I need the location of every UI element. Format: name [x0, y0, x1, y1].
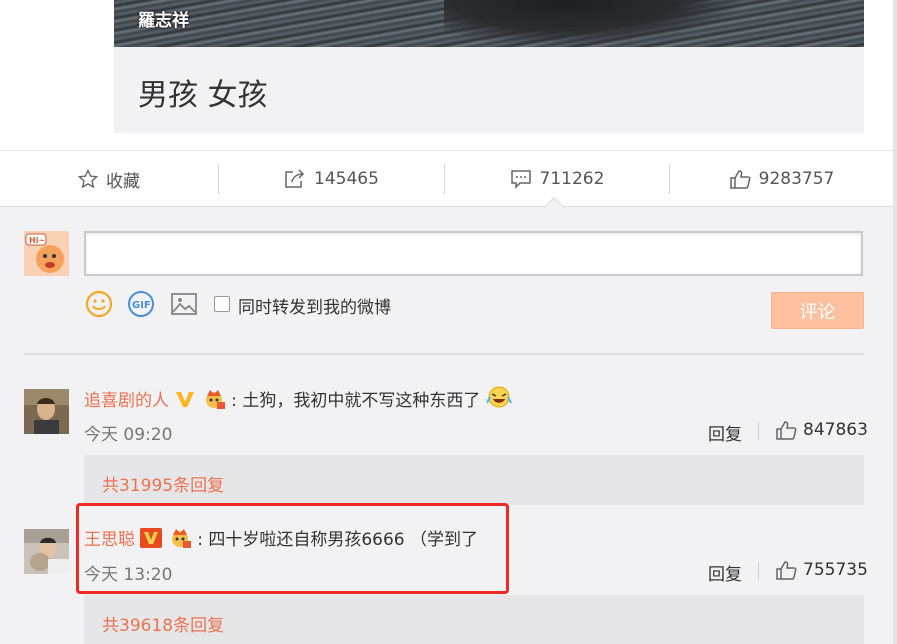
repost-count: 145465 — [314, 169, 379, 189]
comment-content: 追喜剧的人 : 土狗，我初中就不写这种东西了 — [84, 385, 512, 411]
reply-button[interactable]: 回复 — [708, 560, 742, 585]
more-replies-link[interactable]: 共39618条回复 — [84, 595, 864, 644]
emoji-icon[interactable] — [84, 289, 114, 319]
comment-button[interactable]: 711262 — [445, 151, 669, 207]
favorite-button[interactable]: 收藏 — [0, 151, 218, 207]
member-crown-icon[interactable] — [202, 387, 226, 409]
highlight-box — [76, 503, 509, 594]
my-avatar[interactable]: Hi~ — [24, 231, 69, 276]
comment-like-count: 755735 — [803, 560, 868, 580]
action-bar: 收藏 145465 711262 9283757 — [0, 150, 893, 207]
cover-figure — [444, 0, 744, 47]
reply-like-separator — [758, 562, 759, 580]
repost-checkbox[interactable] — [214, 296, 230, 312]
laugh-cry-emoji-icon — [485, 386, 512, 408]
thumbs-up-icon — [776, 561, 797, 580]
reply-like-separator — [758, 422, 759, 440]
person-photo-icon — [24, 529, 69, 574]
comment-count: 711262 — [539, 169, 605, 189]
comment-input[interactable] — [84, 231, 863, 276]
commenter-avatar[interactable] — [24, 389, 69, 434]
person-photo-icon — [24, 389, 69, 434]
repost-button[interactable]: 145465 — [219, 151, 444, 207]
verified-yellow-v-icon[interactable] — [174, 389, 196, 409]
repost-label: 同时转发到我的微博 — [238, 298, 391, 318]
comment-text: 土狗，我初中就不写这种东西了 — [242, 391, 481, 411]
like-count: 9283757 — [758, 169, 835, 189]
comment-like-button[interactable]: 755735 — [775, 560, 868, 580]
comment-like-count: 847863 — [803, 420, 868, 440]
comment-icon — [510, 170, 531, 189]
card-title[interactable]: 男孩 女孩 — [138, 70, 268, 114]
reply-button[interactable]: 回复 — [708, 420, 742, 445]
thumbs-up-icon — [729, 170, 751, 189]
commenter-avatar[interactable] — [24, 529, 69, 574]
post-card: 羅志祥 男孩 女孩 — [114, 0, 864, 133]
like-button[interactable]: 9283757 — [670, 151, 893, 207]
star-icon — [78, 169, 98, 189]
comment-like-button[interactable]: 847863 — [775, 420, 868, 440]
comment-separator: : — [231, 391, 237, 411]
cover-caption: 羅志祥 — [138, 11, 189, 31]
divider — [24, 353, 864, 355]
image-icon[interactable] — [169, 289, 199, 319]
svg-text:GIF: GIF — [132, 300, 151, 311]
favorite-label: 收藏 — [106, 171, 140, 192]
comment-time: 今天 09:20 — [84, 425, 173, 445]
card-cover-image[interactable]: 羅志祥 — [114, 0, 864, 47]
svg-text:Hi~: Hi~ — [29, 236, 45, 245]
thumbs-up-icon — [776, 421, 797, 440]
submit-comment-button[interactable]: 评论 — [771, 292, 864, 329]
share-icon — [285, 169, 305, 188]
more-replies-link[interactable]: 共31995条回复 — [84, 455, 864, 505]
commenter-name[interactable]: 追喜剧的人 — [84, 391, 169, 411]
gif-icon[interactable]: GIF — [126, 289, 156, 319]
scrollbar[interactable] — [893, 0, 897, 644]
hi-emoji-avatar-icon: Hi~ — [24, 231, 69, 276]
